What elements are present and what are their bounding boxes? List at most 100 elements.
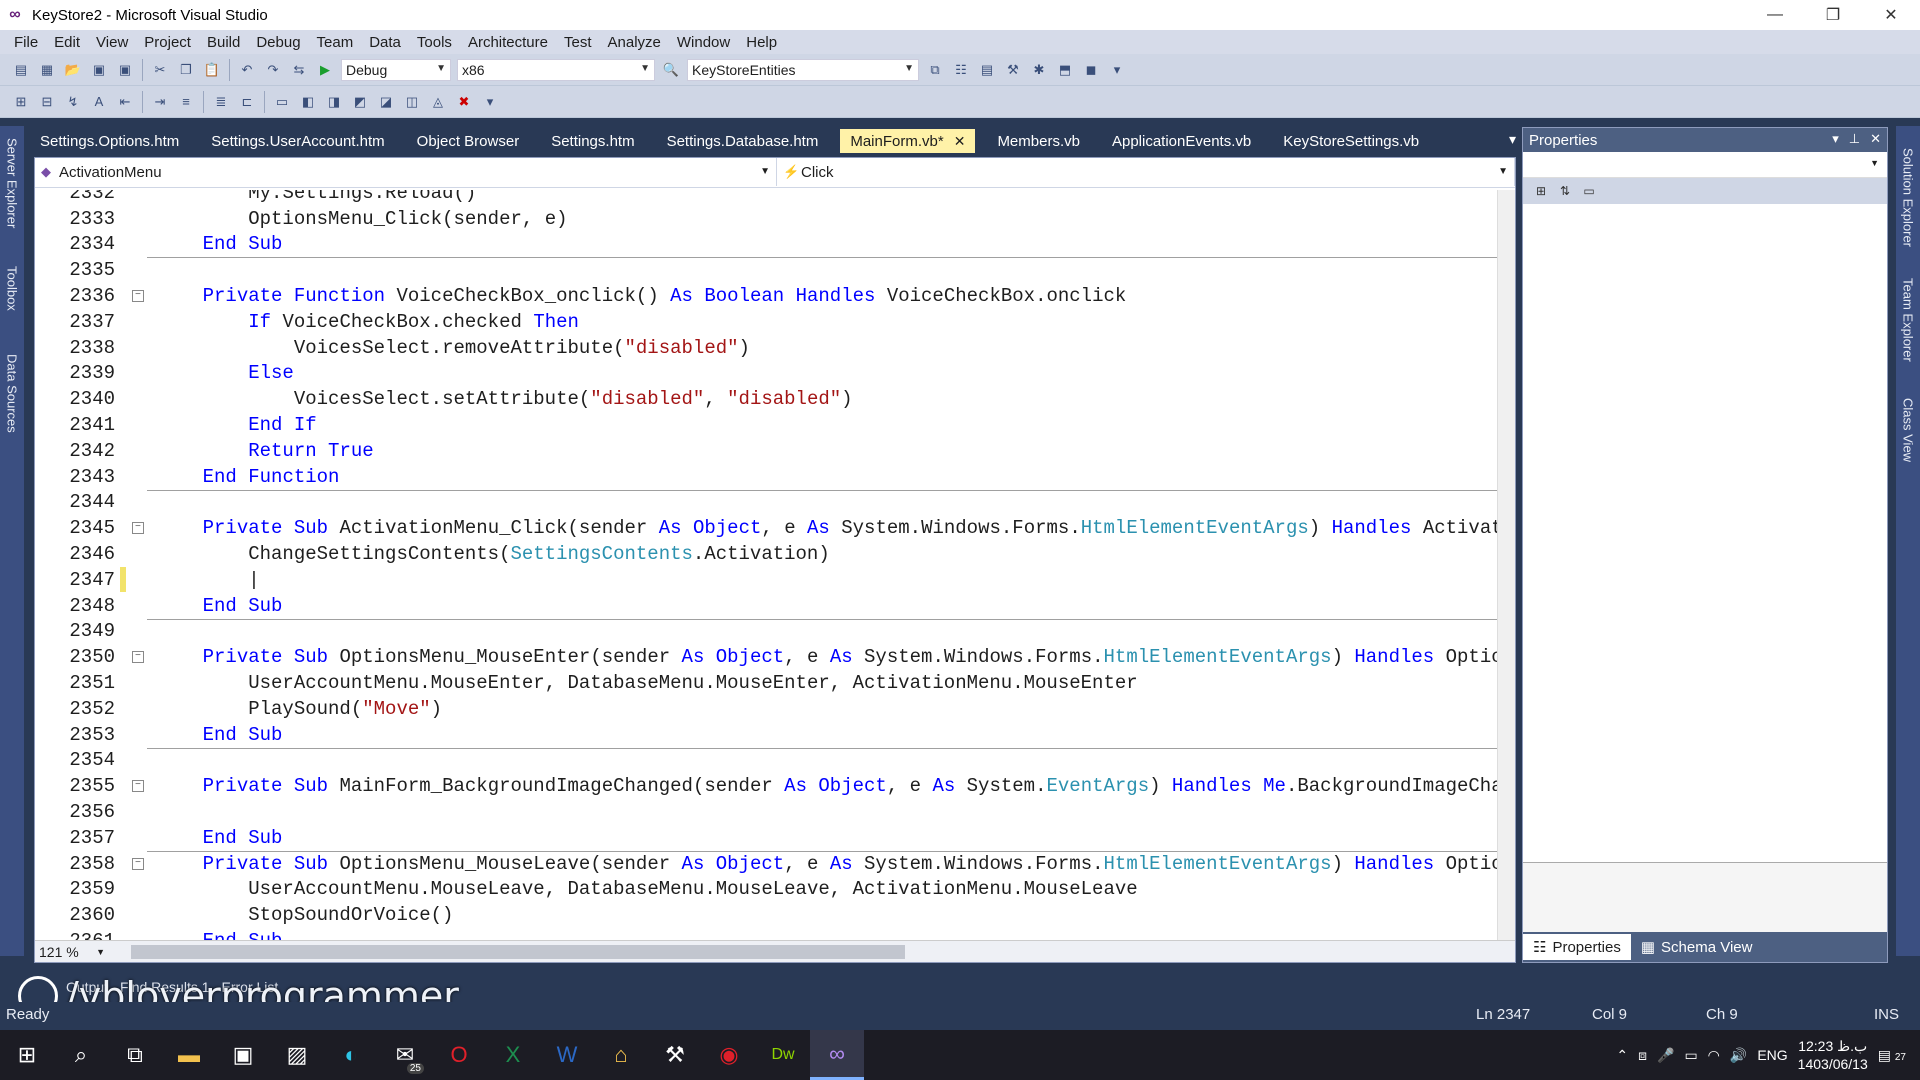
code-line[interactable]: 2359 UserAccountMenu.MouseLeave, Databas…	[35, 877, 1499, 903]
panel-menu-icon[interactable]: ▾	[1832, 131, 1839, 147]
save-all-icon[interactable]: ▣	[115, 60, 135, 80]
start-page-icon[interactable]: ⬒	[1055, 60, 1075, 80]
comment-icon[interactable]: ≡	[176, 92, 196, 112]
code-line[interactable]: 2354	[35, 748, 1499, 774]
object-combo[interactable]: KeyStoreEntities ▼	[687, 58, 919, 81]
tab-mainform[interactable]: MainForm.vb* ✕	[840, 129, 976, 153]
toolbar-options-icon[interactable]: ▾	[480, 92, 500, 112]
object-selector-combo[interactable]: ▼	[1523, 152, 1887, 178]
code-line[interactable]: 2340 VoicesSelect.setAttribute("disabled…	[35, 386, 1499, 412]
menu-window[interactable]: Window	[669, 34, 738, 51]
open-file-icon[interactable]: 📂	[63, 60, 83, 80]
save-icon[interactable]: ▣	[89, 60, 109, 80]
code-text-area[interactable]: 2332 My.Settings.Reload() 2333 OptionsMen…	[35, 190, 1499, 940]
menu-edit[interactable]: Edit	[46, 34, 88, 51]
code-line[interactable]: 2333 OptionsMenu_Click(sender, e)	[35, 206, 1499, 232]
code-line[interactable]: 2334 End Sub	[35, 232, 1499, 258]
edge-icon[interactable]: ◐	[324, 1030, 378, 1080]
visual-studio-task-icon[interactable]: ∞	[810, 1030, 864, 1080]
tab-schema-view[interactable]: ▦ Schema View	[1631, 934, 1763, 960]
decrease-indent-icon[interactable]: ⇤	[115, 92, 135, 112]
solution-explorer-tab[interactable]: Solution Explorer	[1898, 148, 1918, 258]
extension-manager-icon[interactable]: ✱	[1029, 60, 1049, 80]
next-doc-bookmark-icon[interactable]: ◬	[428, 92, 448, 112]
menu-build[interactable]: Build	[199, 34, 248, 51]
menu-tools[interactable]: Tools	[409, 34, 460, 51]
menu-analyze[interactable]: Analyze	[600, 34, 669, 51]
tab-settings-useraccount[interactable]: Settings.UserAccount.htm	[201, 129, 394, 153]
previous-bookmark-folder-icon[interactable]: ◩	[350, 92, 370, 112]
new-project-icon[interactable]: ▤	[11, 60, 31, 80]
tab-settings[interactable]: Settings.htm	[541, 129, 644, 153]
toolbox-icon[interactable]: ⚒	[1003, 60, 1023, 80]
toggle-bookmark-icon[interactable]: ▭	[272, 92, 292, 112]
dreamweaver-icon[interactable]: Dw	[756, 1030, 810, 1080]
team-icon[interactable]: ◼	[1081, 60, 1101, 80]
code-line[interactable]: 2332 My.Settings.Reload()	[35, 190, 1499, 206]
uncomment-icon[interactable]: ≣	[211, 92, 231, 112]
battery-icon[interactable]: ▭	[1684, 1047, 1697, 1064]
code-line[interactable]: 2350 − Private Sub OptionsMenu_MouseEnter…	[35, 644, 1499, 670]
increase-indent-icon[interactable]: ⇥	[150, 92, 170, 112]
pin-icon[interactable]: ⊥	[1849, 131, 1860, 147]
minimize-button[interactable]: —	[1746, 0, 1804, 30]
screen-recorder-icon[interactable]: ◉	[702, 1030, 756, 1080]
member-combo[interactable]: ⚡ Click ▼	[777, 158, 1515, 186]
find-in-files-icon[interactable]: 🔍	[661, 60, 681, 80]
code-line[interactable]: 2355 − Private Sub MainForm_BackgroundIma…	[35, 773, 1499, 799]
menu-architecture[interactable]: Architecture	[460, 34, 556, 51]
code-line[interactable]: 2342 Return True	[35, 438, 1499, 464]
class-combo[interactable]: ◆ ActivationMenu ▼	[35, 158, 777, 186]
menu-project[interactable]: Project	[136, 34, 199, 51]
restore-button[interactable]: ❐	[1804, 0, 1862, 30]
close-icon[interactable]: ✕	[954, 133, 966, 150]
navigate-icon[interactable]: ⇆	[289, 60, 309, 80]
code-line[interactable]: 2345 − Private Sub ActivationMenu_Click(s…	[35, 515, 1499, 541]
code-line[interactable]: 2336 − Private Function VoiceCheckBox_onc…	[35, 283, 1499, 309]
close-icon[interactable]: ✕	[1870, 131, 1881, 147]
copy-icon[interactable]: ❐	[176, 60, 196, 80]
code-line[interactable]: 2339 Else	[35, 361, 1499, 387]
start-debugging-icon[interactable]: ▶	[315, 60, 335, 80]
menu-data[interactable]: Data	[361, 34, 409, 51]
opera-icon[interactable]: O	[432, 1030, 486, 1080]
search-icon[interactable]: ⌕	[54, 1030, 108, 1080]
collapse-icon[interactable]: −	[132, 651, 144, 664]
wifi-icon[interactable]: ◠	[1708, 1047, 1720, 1064]
tab-settings-database[interactable]: Settings.Database.htm	[657, 129, 829, 153]
add-item-icon[interactable]: ▦	[37, 60, 57, 80]
previous-bookmark-icon[interactable]: ◧	[298, 92, 318, 112]
code-line[interactable]: 2347 |	[35, 567, 1499, 593]
code-line[interactable]: 2360 StopSoundOrVoice()	[35, 902, 1499, 928]
collapse-icon[interactable]: −	[132, 857, 144, 870]
collapse-icon[interactable]: −	[132, 522, 144, 535]
data-sources-tab[interactable]: Data Sources	[2, 354, 22, 454]
redo-icon[interactable]: ↷	[263, 60, 283, 80]
parameter-info-icon[interactable]: ⊟	[37, 92, 57, 112]
undo-icon[interactable]: ↶	[237, 60, 257, 80]
mail-icon[interactable]: ✉ 25	[378, 1030, 432, 1080]
tab-properties[interactable]: ☷ Properties	[1523, 934, 1631, 960]
notifications-icon[interactable]: ▤ 27	[1878, 1047, 1906, 1064]
zoom-combo[interactable]: 121 % ▼	[35, 942, 111, 962]
properties-window-icon[interactable]: ☷	[951, 60, 971, 80]
toolbar-options-icon[interactable]: ▾	[1107, 60, 1127, 80]
code-line[interactable]: 2351 UserAccountMenu.MouseEnter, Databas…	[35, 670, 1499, 696]
tab-keystore-settings[interactable]: KeyStoreSettings.vb	[1273, 129, 1429, 153]
vertical-scrollbar[interactable]	[1497, 190, 1515, 940]
code-line[interactable]: 2343 End Function	[35, 464, 1499, 490]
paste-icon[interactable]: 📋	[202, 60, 222, 80]
collapse-icon[interactable]: −	[132, 290, 144, 303]
code-line[interactable]: 2341 End If	[35, 412, 1499, 438]
code-line[interactable]: 2337 If VoiceCheckBox.checked Then	[35, 309, 1499, 335]
show-hidden-icons-icon[interactable]: ⌃	[1616, 1047, 1628, 1064]
code-line[interactable]: 2344	[35, 490, 1499, 516]
prev-doc-bookmark-icon[interactable]: ◫	[402, 92, 422, 112]
code-line[interactable]: 2353 End Sub	[35, 722, 1499, 748]
object-browser-icon[interactable]: ▤	[977, 60, 997, 80]
bookmark-icon[interactable]: ⊏	[237, 92, 257, 112]
team-explorer-tab[interactable]: Team Explorer	[1898, 278, 1918, 378]
code-line[interactable]: 2335	[35, 257, 1499, 283]
tab-list-dropdown-icon[interactable]: ▾	[1509, 131, 1516, 148]
word-completion-icon[interactable]: A	[89, 92, 109, 112]
